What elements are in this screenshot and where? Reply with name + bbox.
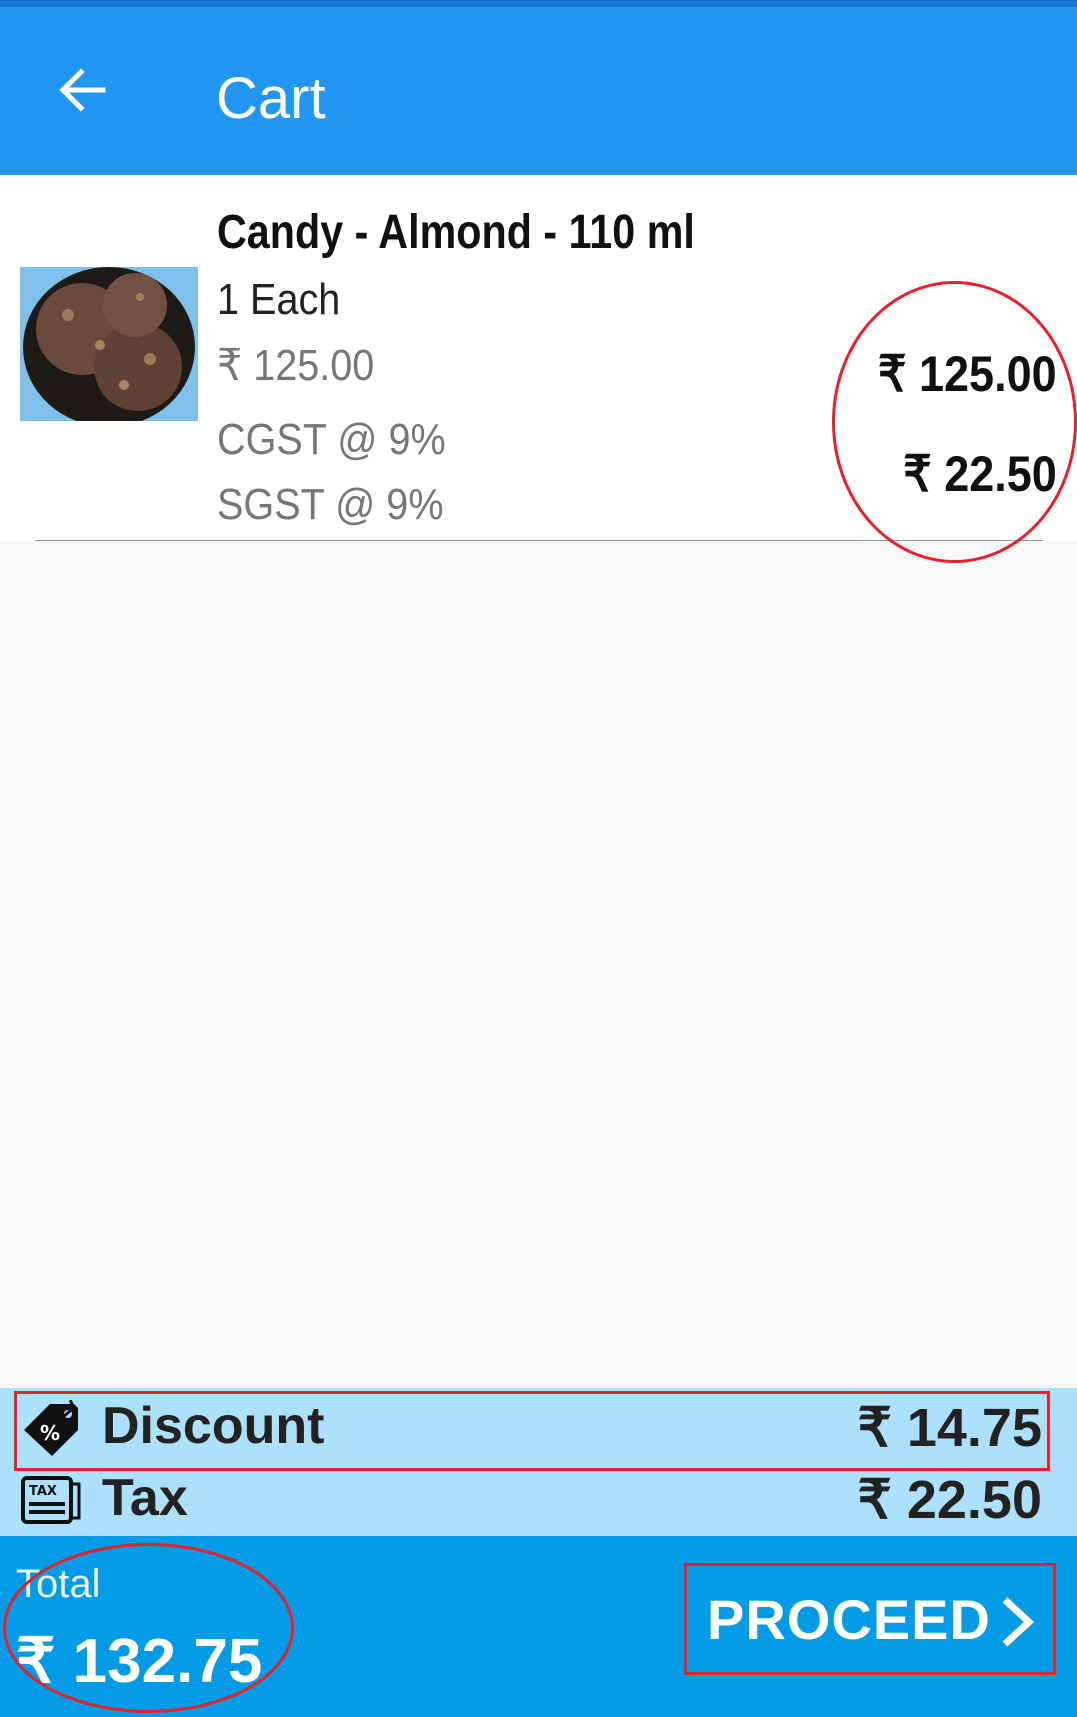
item-sgst-label: SGST @ 9% bbox=[217, 480, 444, 529]
svg-text:TAX: TAX bbox=[29, 1484, 57, 1499]
back-button[interactable] bbox=[48, 55, 118, 125]
annotation-circle-prices bbox=[832, 281, 1077, 563]
arrow-left-icon bbox=[59, 68, 106, 112]
status-strip bbox=[0, 0, 1077, 7]
chocolate-ice-cream-image bbox=[20, 267, 198, 421]
annotation-circle-total bbox=[3, 1543, 294, 1713]
page-title: Cart bbox=[216, 66, 326, 131]
product-image bbox=[20, 267, 198, 421]
item-unit-price: ₹ 125.00 bbox=[217, 341, 375, 390]
item-name: Candy - Almond - 110 ml bbox=[217, 206, 695, 259]
tax-label: Tax bbox=[102, 1469, 188, 1527]
tax-value: ₹ 22.50 bbox=[857, 1470, 1043, 1530]
app-bar: Cart bbox=[0, 7, 1077, 175]
tax-receipt-icon: TAX bbox=[21, 1476, 81, 1524]
proceed-label: PROCEED bbox=[707, 1587, 991, 1651]
chevron-right-icon bbox=[1002, 1597, 1035, 1647]
item-quantity: 1 Each bbox=[217, 275, 341, 324]
annotation-rect-discount bbox=[14, 1391, 1050, 1471]
item-cgst-label: CGST @ 9% bbox=[217, 415, 446, 464]
proceed-button[interactable]: PROCEED bbox=[684, 1563, 1056, 1675]
tax-row: TAX Tax ₹ 22.50 bbox=[0, 1464, 1077, 1538]
